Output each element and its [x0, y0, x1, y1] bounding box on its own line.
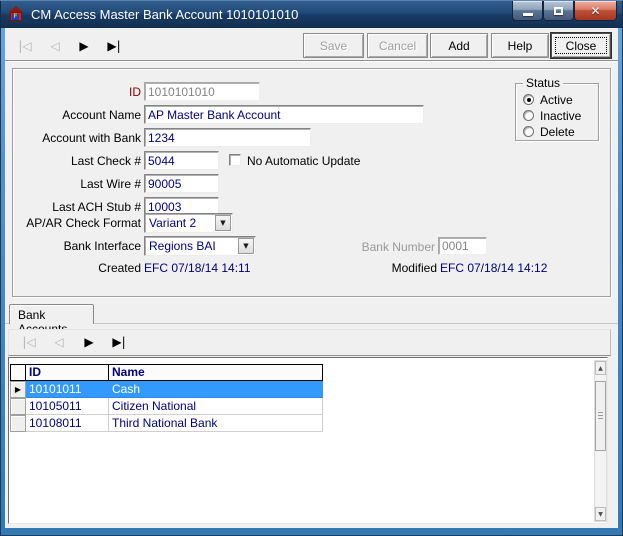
row-indicator-cell: [10, 415, 26, 432]
previous-record-icon: ◁: [54, 334, 63, 350]
last-wire-label: Last Wire #: [80, 177, 141, 191]
minimize-button[interactable]: [512, 1, 543, 21]
app-icon: F: [8, 6, 24, 22]
next-record-icon: ▶: [84, 334, 93, 350]
scroll-down-button[interactable]: ▼: [595, 507, 606, 521]
scroll-up-icon: ▲: [598, 365, 603, 372]
scroll-up-button[interactable]: ▲: [595, 361, 606, 375]
bank-number-label: Bank Number: [362, 240, 435, 254]
grid-next-record-button[interactable]: ▶: [76, 334, 102, 350]
toolbar-separator-highlight: [5, 61, 618, 62]
scroll-down-icon: ▼: [598, 511, 603, 518]
last-ach-stub-label: Last ACH Stub #: [52, 200, 141, 214]
status-legend: Status: [523, 76, 563, 90]
created-label: Created: [98, 261, 141, 275]
account-with-bank-field[interactable]: [144, 128, 311, 147]
first-record-icon: |◁: [18, 38, 31, 54]
close-button[interactable]: Close: [551, 33, 611, 58]
save-button[interactable]: Save: [303, 33, 364, 58]
id-field[interactable]: [144, 82, 260, 101]
modified-label: Modified: [392, 261, 437, 275]
grid-last-record-button[interactable]: ▶|: [106, 334, 132, 350]
chevron-down-icon[interactable]: ▼: [215, 215, 231, 231]
table-row-cell-name[interactable]: Citizen National: [109, 398, 323, 415]
next-record-button[interactable]: ▶: [71, 38, 97, 54]
status-inactive-radio[interactable]: [523, 110, 534, 121]
tab-bank-accounts[interactable]: Bank Accounts: [9, 304, 94, 324]
table-row-cell-id[interactable]: 10105011: [26, 398, 109, 415]
next-record-icon: ▶: [79, 38, 88, 54]
add-button[interactable]: Add: [430, 33, 488, 58]
id-label: ID: [129, 85, 141, 99]
last-record-icon: ▶|: [112, 334, 125, 350]
bank-interface-value: Regions BAI: [149, 239, 216, 253]
last-wire-field[interactable]: [144, 174, 219, 193]
maximize-button[interactable]: [543, 1, 574, 21]
current-row-icon: ▶: [15, 386, 21, 394]
account-name-label: Account Name: [62, 108, 141, 122]
column-header-name: Name: [108, 364, 323, 381]
gutter-header-cell: [10, 364, 26, 381]
no-automatic-update-label: No Automatic Update: [247, 154, 360, 168]
table-row-cell-id[interactable]: 10101011: [26, 381, 109, 398]
no-automatic-update-checkbox[interactable]: [229, 154, 241, 166]
grid-vertical-scrollbar[interactable]: ▲ ▼: [594, 360, 607, 522]
status-groupbox: Status Active Inactive Delete: [515, 83, 599, 141]
bank-accounts-grid: ID Name ▶ 10101011 Cash 10105011 Citizen…: [8, 357, 608, 524]
table-row-cell-name[interactable]: Third National Bank: [109, 415, 323, 432]
grid-first-record-button[interactable]: |◁: [16, 334, 42, 350]
minimize-icon: [523, 13, 533, 16]
maximize-icon: [554, 7, 563, 15]
previous-record-icon: ◁: [50, 38, 59, 54]
status-active-radio[interactable]: [523, 94, 534, 105]
window-title: CM Access Master Bank Account 1010101010: [31, 7, 298, 22]
first-record-icon: |◁: [22, 334, 35, 350]
status-inactive-label: Inactive: [540, 109, 581, 123]
check-format-label: AP/AR Check Format: [26, 216, 141, 230]
column-header-id: ID: [25, 364, 109, 381]
last-check-label: Last Check #: [71, 154, 141, 168]
scrollbar-thumb[interactable]: [595, 381, 606, 451]
bank-interface-dropdown[interactable]: Regions BAI ▼: [144, 236, 256, 256]
app-window: F CM Access Master Bank Account 10101010…: [0, 0, 623, 536]
bank-number-field[interactable]: [438, 237, 487, 255]
account-name-field[interactable]: [144, 105, 424, 124]
modified-value: EFC 07/18/14 14:12: [440, 261, 547, 275]
last-record-icon: ▶|: [107, 38, 120, 54]
last-record-button[interactable]: ▶|: [101, 38, 127, 54]
status-delete-radio[interactable]: [523, 126, 534, 137]
created-value: EFC 07/18/14 14:11: [144, 261, 251, 275]
status-active-label: Active: [540, 93, 573, 107]
status-delete-label: Delete: [540, 125, 575, 139]
bank-interface-label: Bank Interface: [64, 239, 141, 253]
grid-previous-record-button[interactable]: ◁: [46, 334, 72, 350]
row-indicator-cell: [10, 398, 26, 415]
close-icon: ✕: [590, 4, 600, 18]
tab-baseline: [5, 323, 618, 324]
first-record-button[interactable]: |◁: [12, 38, 38, 54]
previous-record-button[interactable]: ◁: [42, 38, 68, 54]
help-button[interactable]: Help: [491, 33, 549, 58]
cancel-button[interactable]: Cancel: [367, 33, 428, 58]
account-with-bank-label: Account with Bank: [42, 131, 141, 145]
table-row-cell-id[interactable]: 10108011: [26, 415, 109, 432]
check-format-value: Variant 2: [149, 216, 196, 230]
last-check-field[interactable]: [144, 151, 219, 170]
row-indicator-cell: ▶: [10, 381, 26, 398]
close-window-button[interactable]: ✕: [574, 1, 617, 21]
table-row-cell-name[interactable]: Cash: [109, 381, 323, 398]
check-format-dropdown[interactable]: Variant 2 ▼: [144, 213, 233, 233]
chevron-down-icon[interactable]: ▼: [238, 238, 254, 254]
